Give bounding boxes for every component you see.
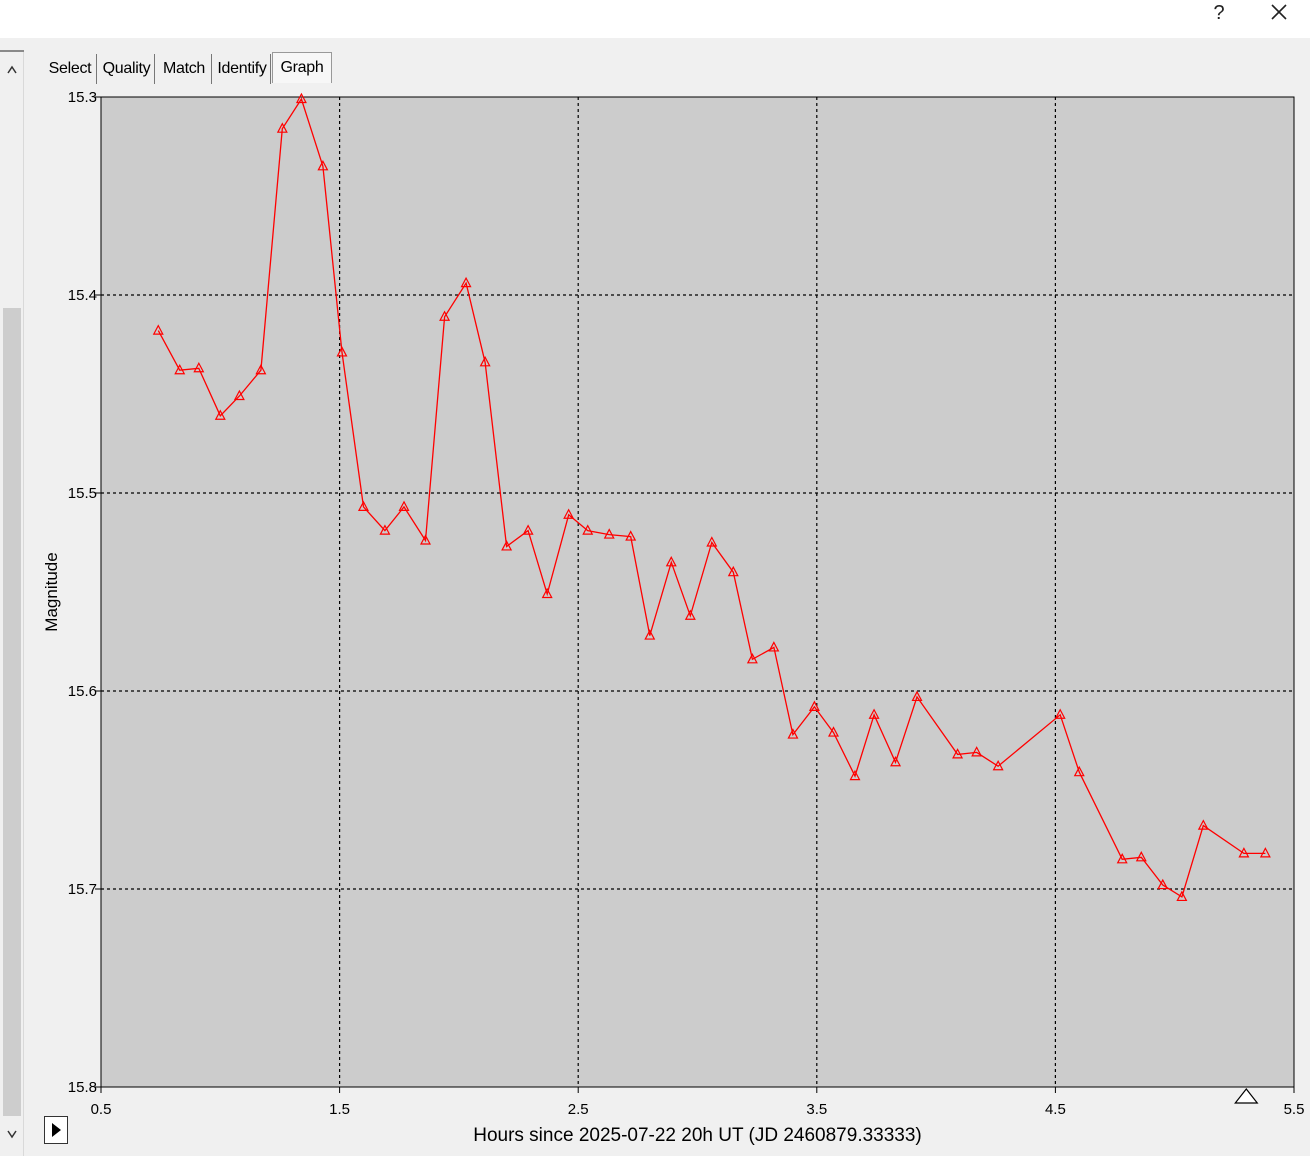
y-axis-label: Magnitude xyxy=(42,552,61,631)
play-icon xyxy=(52,1123,61,1137)
position-marker-icon xyxy=(1234,1088,1259,1104)
x-tick-label: 0.5 xyxy=(91,1101,112,1118)
y-tick-label: 15.3 xyxy=(68,89,97,106)
y-tick-label: 15.6 xyxy=(68,683,97,700)
x-axis-label: Hours since 2025-07-22 20h UT (JD 246087… xyxy=(473,1125,922,1146)
x-tick-label: 3.5 xyxy=(806,1101,827,1118)
x-tick-label: 1.5 xyxy=(329,1101,350,1118)
y-tick-label: 15.8 xyxy=(68,1079,97,1096)
x-tick-label: 5.5 xyxy=(1284,1101,1305,1118)
x-tick-label: 2.5 xyxy=(568,1101,589,1118)
y-tick-label: 15.7 xyxy=(68,881,97,898)
play-button[interactable] xyxy=(44,1116,68,1144)
y-tick-label: 15.4 xyxy=(68,287,97,304)
x-tick-label: 4.5 xyxy=(1045,1101,1066,1118)
y-tick-label: 15.5 xyxy=(68,485,97,502)
magnitude-chart: 0.5 1.5 2.5 3.5 4.5 5.5 15.3 15.4 15.5 15.6 15.7 15… xyxy=(42,89,1305,1146)
